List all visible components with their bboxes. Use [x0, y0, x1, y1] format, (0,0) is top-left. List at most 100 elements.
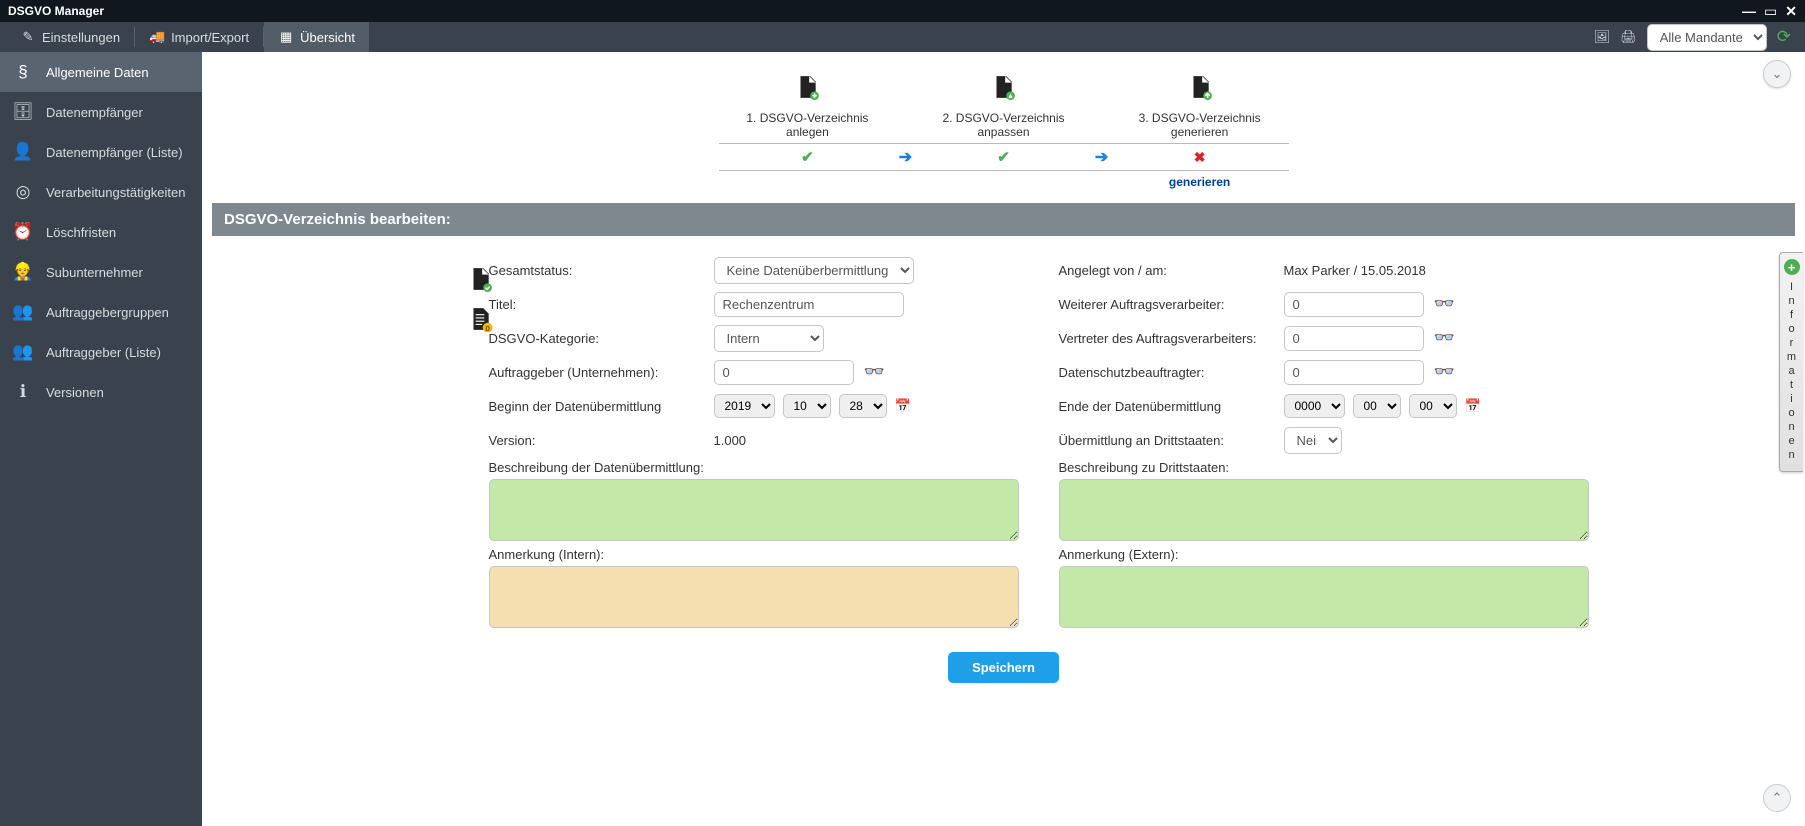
- dpo-input[interactable]: [1284, 360, 1424, 385]
- print-icon[interactable]: 🖨: [1620, 29, 1637, 45]
- tab-import-export[interactable]: 🚚 Import/Export: [135, 22, 263, 52]
- scroll-top-button[interactable]: ⌃: [1763, 784, 1791, 812]
- people-icon: 👥: [12, 342, 34, 362]
- sidebar: § Allgemeine Daten 🗄Datenempfänger 👤Daten…: [0, 52, 202, 826]
- chevron-up-icon: ⌃: [1772, 790, 1783, 806]
- sidebar-label: Versionen: [46, 385, 104, 400]
- tab-import-export-label: Import/Export: [171, 30, 249, 45]
- tab-overview-label: Übersicht: [300, 30, 355, 45]
- step3-label2: generieren: [1171, 125, 1228, 139]
- info-side-tab[interactable]: + I n f o r m a t i o n e n: [1779, 252, 1803, 472]
- document-add-icon: [794, 74, 820, 100]
- collapse-button[interactable]: ⌄: [1763, 60, 1791, 88]
- dpo-label: Datenschutzbeauftragter:: [1059, 365, 1274, 380]
- step3-action-link[interactable]: generieren: [1169, 175, 1230, 189]
- step2-label1: 2. DSGVO-Verzeichnis: [942, 111, 1064, 125]
- refresh-icon[interactable]: ⟳: [1777, 27, 1791, 47]
- sidebar-item-deletion[interactable]: ⏰Löschfristen: [0, 212, 202, 252]
- image-icon[interactable]: 🖼: [1594, 29, 1611, 45]
- further-input[interactable]: [1284, 292, 1424, 317]
- close-icon[interactable]: ✕: [1785, 3, 1797, 20]
- window-title-bar: DSGVO Manager — ▭ ✕: [0, 0, 1805, 22]
- status-select[interactable]: Keine Datenüberbermittlung: [714, 257, 914, 284]
- app-title: DSGVO Manager: [8, 4, 104, 18]
- sidebar-label: Subunternehmer: [46, 265, 143, 280]
- category-select[interactable]: Intern: [714, 325, 824, 352]
- third-select[interactable]: Nein: [1284, 427, 1342, 454]
- tab-overview[interactable]: ▦ Übersicht: [264, 22, 369, 52]
- worker-icon: 👷: [12, 262, 34, 282]
- remark-intern-label: Anmerkung (Intern):: [489, 547, 1019, 562]
- desc-third-textarea[interactable]: [1059, 479, 1589, 541]
- desc-transfer-label: Beschreibung der Datenübermittlung:: [489, 460, 1019, 475]
- truck-icon: 🚚: [149, 29, 165, 45]
- mandant-select[interactable]: Alle Mandanten: [1647, 24, 1767, 51]
- remark-extern-textarea[interactable]: [1059, 566, 1589, 628]
- lookup-icon[interactable]: 👓: [1430, 294, 1455, 314]
- arrow-right-icon: ➔: [899, 149, 912, 166]
- sidebar-item-versions[interactable]: ℹ Versionen: [0, 372, 202, 412]
- start-year-select[interactable]: 2019: [714, 394, 775, 418]
- end-month-select[interactable]: 00: [1353, 394, 1401, 418]
- person-icon: 👤: [12, 142, 34, 162]
- target-icon: ◎: [12, 182, 34, 202]
- info-icon: ℹ: [12, 382, 34, 402]
- sidebar-label: Verarbeitungstätigkeiten: [46, 185, 185, 200]
- step2-label2: anpassen: [977, 125, 1029, 139]
- end-year-select[interactable]: 0000: [1284, 394, 1345, 418]
- created-label: Angelegt von / am:: [1059, 263, 1274, 278]
- save-button[interactable]: Speichern: [948, 652, 1059, 683]
- sidebar-item-recipients[interactable]: 🗄Datenempfänger: [0, 92, 202, 132]
- document-up-icon: [1187, 74, 1213, 100]
- chevron-down-icon: ⌄: [1772, 66, 1783, 82]
- lookup-icon[interactable]: 👓: [1430, 328, 1455, 348]
- arrow-right-icon: ➔: [1095, 149, 1108, 166]
- start-day-select[interactable]: 28: [839, 394, 887, 418]
- step3-label1: 3. DSGVO-Verzeichnis: [1139, 111, 1261, 125]
- sidebar-label: Allgemeine Daten: [46, 65, 149, 80]
- start-month-select[interactable]: 10: [783, 394, 831, 418]
- remark-intern-textarea[interactable]: [489, 566, 1019, 628]
- calendar-icon[interactable]: 📅: [1465, 398, 1481, 414]
- sidebar-item-clientgroups[interactable]: 👥Auftraggebergruppen: [0, 292, 202, 332]
- remark-extern-label: Anmerkung (Extern):: [1059, 547, 1589, 562]
- tab-settings-label: Einstellungen: [42, 30, 120, 45]
- x-icon: ✖: [1194, 149, 1206, 165]
- lookup-icon[interactable]: 👓: [860, 362, 885, 382]
- sidebar-item-subcontractors[interactable]: 👷 Subunternehmer: [0, 252, 202, 292]
- lookup-icon[interactable]: 👓: [1430, 362, 1455, 382]
- step1-label2: anlegen: [786, 125, 829, 139]
- top-toolbar: ✎ Einstellungen 🚚 Import/Export ▦ Übersi…: [0, 22, 1805, 52]
- company-input[interactable]: [714, 360, 854, 385]
- sidebar-item-clients-list[interactable]: 👥 Auftraggeber (Liste): [0, 332, 202, 372]
- database-icon: 🗄: [12, 102, 34, 122]
- sidebar-item-processing[interactable]: ◎ Verarbeitungstätigkeiten: [0, 172, 202, 212]
- end-day-select[interactable]: 00: [1409, 394, 1457, 418]
- check-icon: ✔: [997, 149, 1010, 166]
- calendar-icon[interactable]: 📅: [895, 398, 911, 414]
- title-input[interactable]: [714, 292, 904, 317]
- main-content: ⌄ 1. DSGVO-Verzeichnisanlegen: [202, 52, 1805, 826]
- desc-third-label: Beschreibung zu Drittstaaten:: [1059, 460, 1589, 475]
- tab-settings[interactable]: ✎ Einstellungen: [6, 22, 134, 52]
- rep-input[interactable]: [1284, 326, 1424, 351]
- minimize-icon[interactable]: —: [1742, 3, 1756, 20]
- third-label: Übermittlung an Drittstaaten:: [1059, 433, 1274, 448]
- plus-icon: +: [1784, 259, 1800, 275]
- section-title: DSGVO-Verzeichnis bearbeiten:: [212, 203, 1795, 236]
- desc-transfer-textarea[interactable]: [489, 479, 1019, 541]
- start-label: Beginn der Datenübermittlung: [489, 399, 704, 414]
- version-value: 1.000: [714, 433, 747, 448]
- sidebar-item-recipients-list[interactable]: 👤Datenempfänger (Liste): [0, 132, 202, 172]
- sidebar-label: Löschfristen: [46, 225, 116, 240]
- maximize-icon[interactable]: ▭: [1764, 3, 1777, 20]
- people-icon: 👥: [12, 302, 34, 322]
- end-label: Ende der Datenübermittlung: [1059, 399, 1274, 414]
- sidebar-label: Auftraggeber (Liste): [46, 345, 161, 360]
- sidebar-item-general[interactable]: § Allgemeine Daten: [0, 52, 202, 92]
- document-edit-icon: [990, 74, 1016, 100]
- edit-icon: ✎: [20, 29, 36, 45]
- paragraph-icon: §: [12, 62, 34, 82]
- created-value: Max Parker / 15.05.2018: [1284, 263, 1426, 278]
- step1-label1: 1. DSGVO-Verzeichnis: [746, 111, 868, 125]
